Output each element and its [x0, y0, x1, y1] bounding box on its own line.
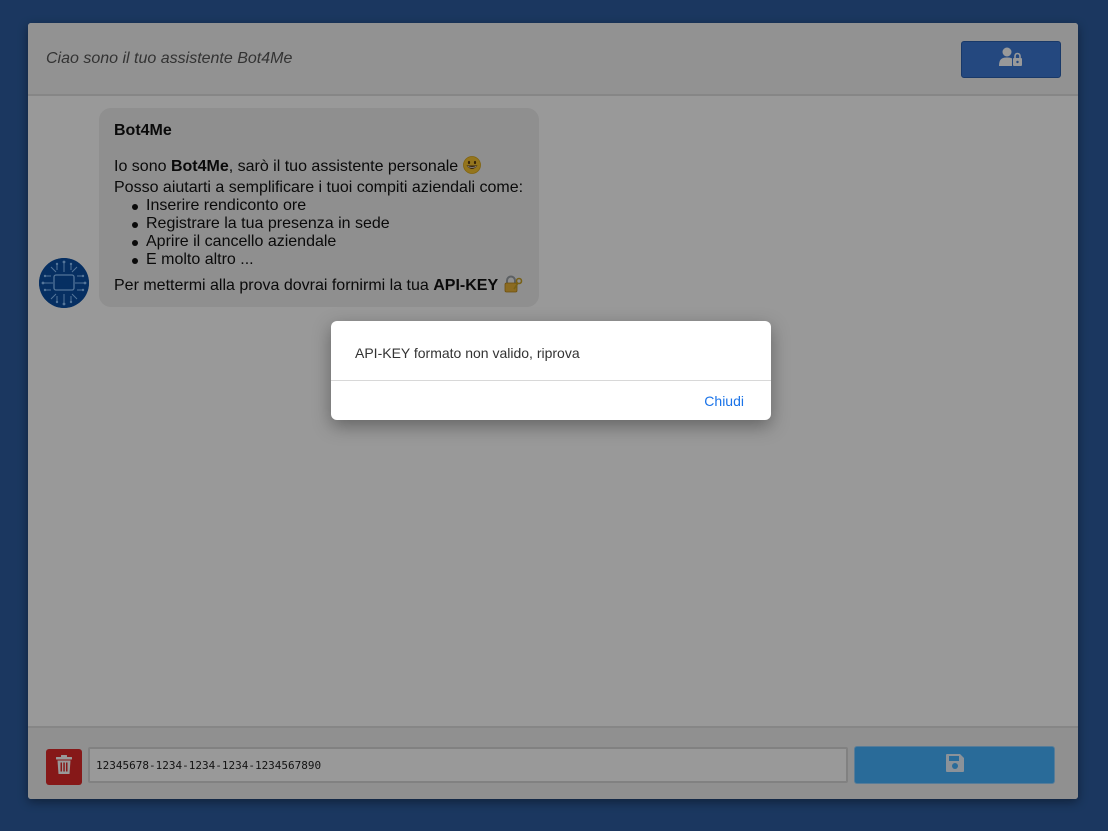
dialog-message: API-KEY formato non valido, riprova — [355, 345, 580, 361]
dialog-divider — [331, 380, 771, 381]
dialog-close-button[interactable]: Chiudi — [704, 393, 744, 409]
error-dialog: API-KEY formato non valido, riprova Chiu… — [331, 321, 771, 420]
